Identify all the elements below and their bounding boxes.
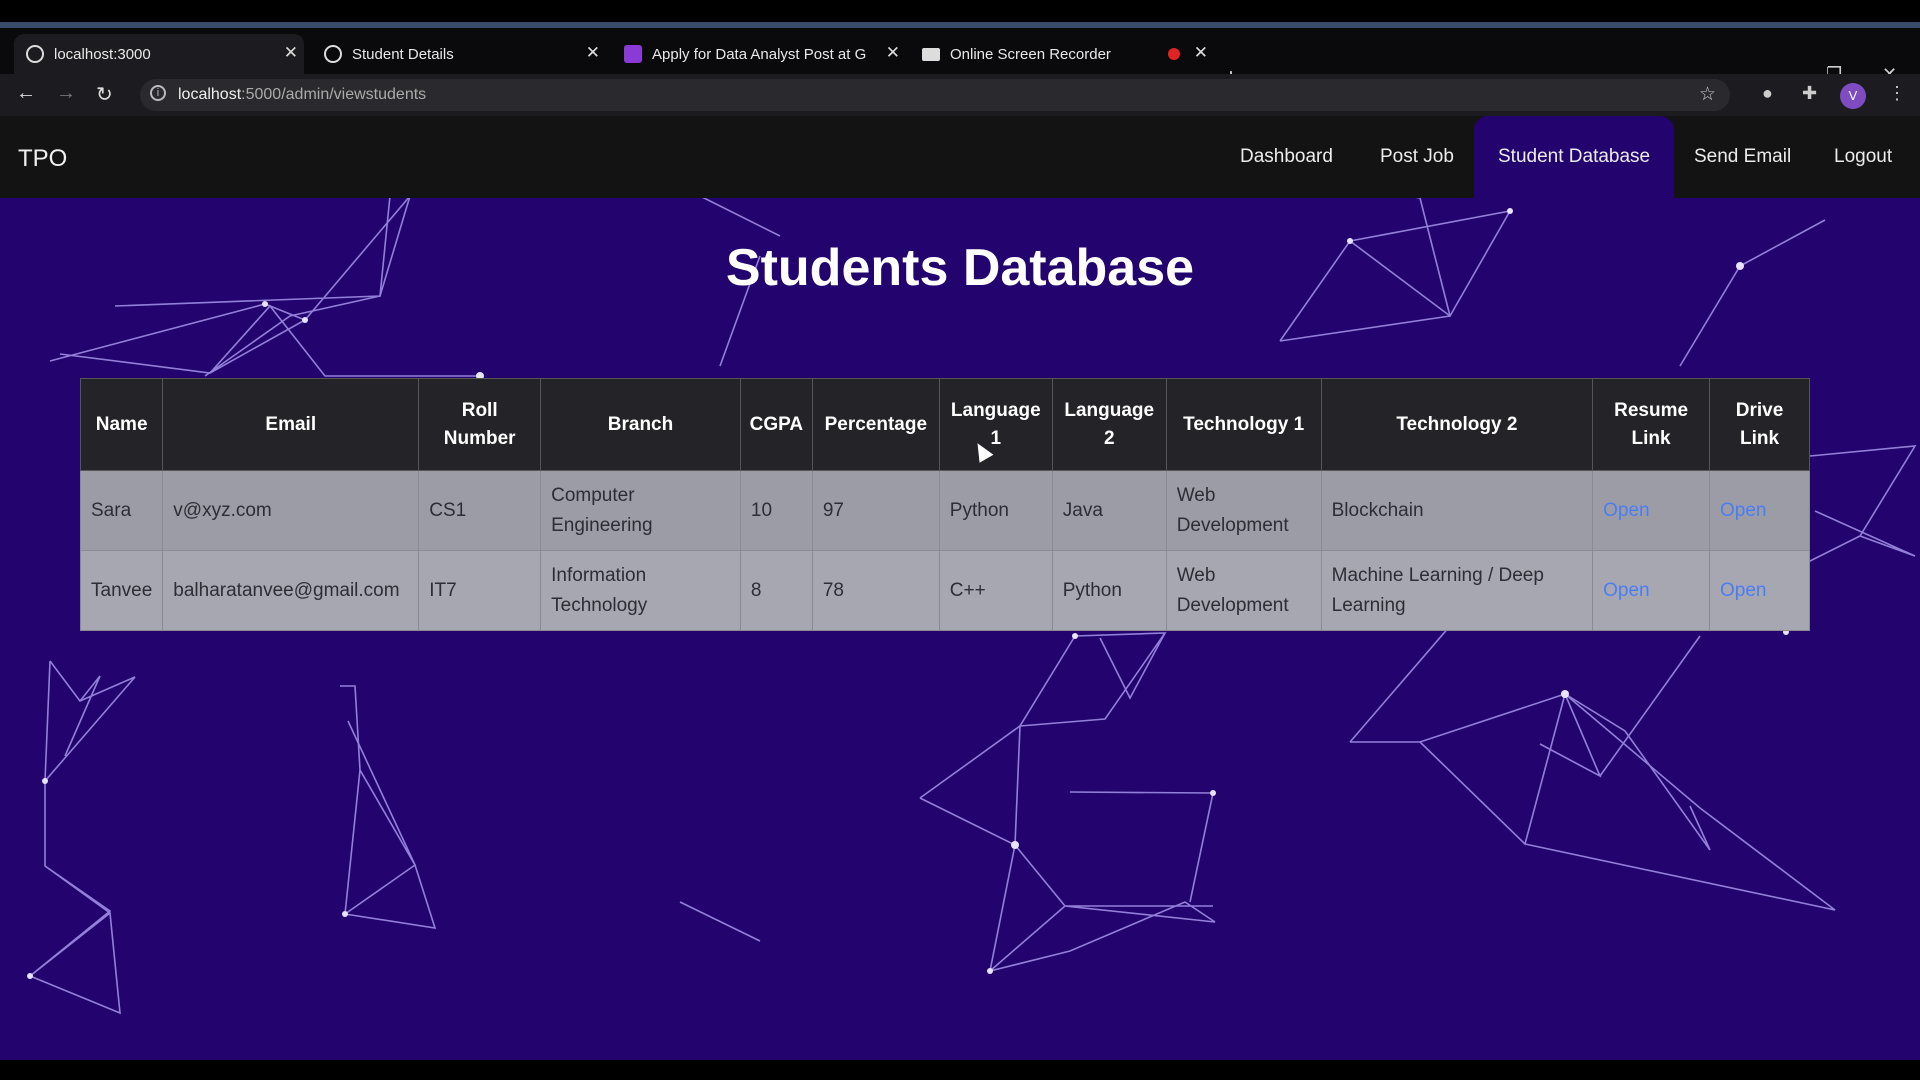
- cell-language-2: Python: [1051, 550, 1167, 631]
- tab-title: Apply for Data Analyst Post at G: [652, 45, 867, 63]
- cell-roll-number: CS1: [418, 470, 542, 551]
- cell-email: v@xyz.com: [162, 470, 420, 551]
- tab-title: Online Screen Recorder: [950, 45, 1111, 63]
- cell-cgpa: 10: [739, 470, 813, 551]
- tab-title: localhost:3000: [54, 45, 151, 63]
- cell-technology-1: Web Development: [1165, 470, 1322, 551]
- recording-icon: [1168, 48, 1180, 60]
- url-host: localhost: [178, 86, 242, 103]
- bookmark-star-icon[interactable]: ☆: [1699, 83, 1716, 106]
- column-header: Drive Link: [1709, 378, 1810, 471]
- browser-tab-bar: localhost:3000 ✕ Student Details ✕ Apply…: [0, 28, 1920, 91]
- cell-drive-link: Open: [1709, 550, 1810, 631]
- cell-name: Sara: [79, 470, 164, 551]
- close-icon[interactable]: ✕: [886, 43, 900, 63]
- address-bar[interactable]: i localhost:5000/admin/viewstudents ☆: [140, 79, 1730, 111]
- globe-icon: [26, 45, 44, 63]
- column-header: Percentage: [811, 378, 940, 471]
- url-path: :5000/admin/viewstudents: [241, 86, 427, 103]
- column-header: CGPA: [739, 378, 813, 471]
- cell-branch: Information Technology: [540, 550, 741, 631]
- screen: localhost:3000 ✕ Student Details ✕ Apply…: [0, 0, 1920, 1080]
- nav-link-logout[interactable]: Logout: [1810, 116, 1916, 198]
- close-icon[interactable]: ✕: [284, 43, 298, 63]
- tab-title: Student Details: [352, 45, 454, 63]
- close-icon[interactable]: ✕: [1194, 43, 1208, 63]
- globe-icon: [324, 45, 342, 63]
- table-row: Sara v@xyz.com CS1 Computer Engineering …: [79, 470, 1810, 551]
- column-header: Technology 2: [1320, 378, 1594, 471]
- column-header: Roll Number: [418, 378, 542, 471]
- url-text: localhost:5000/admin/viewstudents: [178, 86, 426, 104]
- page-title: Students Database: [725, 239, 1195, 297]
- cell-percentage: 78: [811, 550, 940, 631]
- window-top: [0, 0, 1920, 28]
- drive-link[interactable]: Open: [1720, 500, 1766, 521]
- nav-link-student-database[interactable]: Student Database: [1474, 116, 1675, 198]
- resume-link[interactable]: Open: [1603, 580, 1649, 601]
- cell-technology-2: Machine Learning / Deep Learning: [1320, 550, 1594, 631]
- column-header: Branch: [540, 378, 741, 471]
- cell-technology-1: Web Development: [1165, 550, 1322, 631]
- brand-logo[interactable]: TPO: [18, 145, 67, 173]
- forward-icon[interactable]: →: [56, 82, 76, 105]
- cell-resume-link: Open: [1592, 550, 1711, 631]
- back-icon[interactable]: ←: [16, 82, 36, 105]
- extension-icon[interactable]: ●: [1762, 83, 1773, 104]
- browser-toolbar: ← → ↻ i localhost:5000/admin/viewstudent…: [0, 74, 1920, 116]
- site-navbar: TPO Dashboard Post Job Student Database …: [0, 116, 1920, 198]
- column-header: Resume Link: [1592, 378, 1711, 471]
- browser-tab-1[interactable]: localhost:3000 ✕: [14, 34, 304, 74]
- cell-roll-number: IT7: [418, 550, 542, 631]
- cell-language-2: Java: [1051, 470, 1167, 551]
- nav-link-dashboard[interactable]: Dashboard: [1216, 116, 1357, 198]
- column-header: Technology 1: [1165, 378, 1322, 471]
- form-icon: [624, 45, 642, 63]
- avatar[interactable]: V: [1840, 83, 1866, 109]
- browser-tab-4[interactable]: Online Screen Recorder ✕: [914, 34, 1214, 74]
- cell-language-1: Python: [938, 470, 1053, 551]
- close-icon[interactable]: ✕: [586, 43, 600, 63]
- drive-link[interactable]: Open: [1720, 580, 1766, 601]
- column-header: Email: [162, 378, 420, 471]
- column-header: Language 1: [938, 378, 1053, 471]
- resume-link[interactable]: Open: [1603, 500, 1649, 521]
- nav-link-post-job[interactable]: Post Job: [1356, 116, 1478, 198]
- cell-language-1: C++: [938, 550, 1053, 631]
- browser-tab-2[interactable]: Student Details ✕: [316, 34, 606, 74]
- students-table: Name Email Roll Number Branch CGPA Perce…: [79, 378, 1810, 631]
- column-header: Language 2: [1051, 378, 1167, 471]
- table-header-row: Name Email Roll Number Branch CGPA Perce…: [79, 378, 1810, 471]
- cell-cgpa: 8: [739, 550, 813, 631]
- cell-email: balharatanvee@gmail.com: [162, 550, 420, 631]
- reload-icon[interactable]: ↻: [96, 82, 113, 107]
- cell-resume-link: Open: [1592, 470, 1711, 551]
- browser-tab-3[interactable]: Apply for Data Analyst Post at G ✕: [616, 34, 906, 74]
- window-bottom: [0, 1060, 1920, 1080]
- column-header: Name: [79, 378, 164, 471]
- cell-percentage: 97: [811, 470, 940, 551]
- table-row: Tanvee balharatanvee@gmail.com IT7 Infor…: [79, 550, 1810, 631]
- cell-technology-2: Blockchain: [1320, 470, 1594, 551]
- cell-name: Tanvee: [79, 550, 164, 631]
- page-content: TPO Dashboard Post Job Student Database …: [0, 116, 1920, 1060]
- cell-branch: Computer Engineering: [540, 470, 741, 551]
- cell-drive-link: Open: [1709, 470, 1810, 551]
- menu-kebab-icon[interactable]: ⋮: [1888, 83, 1906, 104]
- nav-link-send-email[interactable]: Send Email: [1670, 116, 1815, 198]
- monitor-icon: [922, 47, 940, 61]
- puzzle-icon[interactable]: ✚: [1802, 83, 1817, 104]
- info-icon[interactable]: i: [150, 85, 166, 101]
